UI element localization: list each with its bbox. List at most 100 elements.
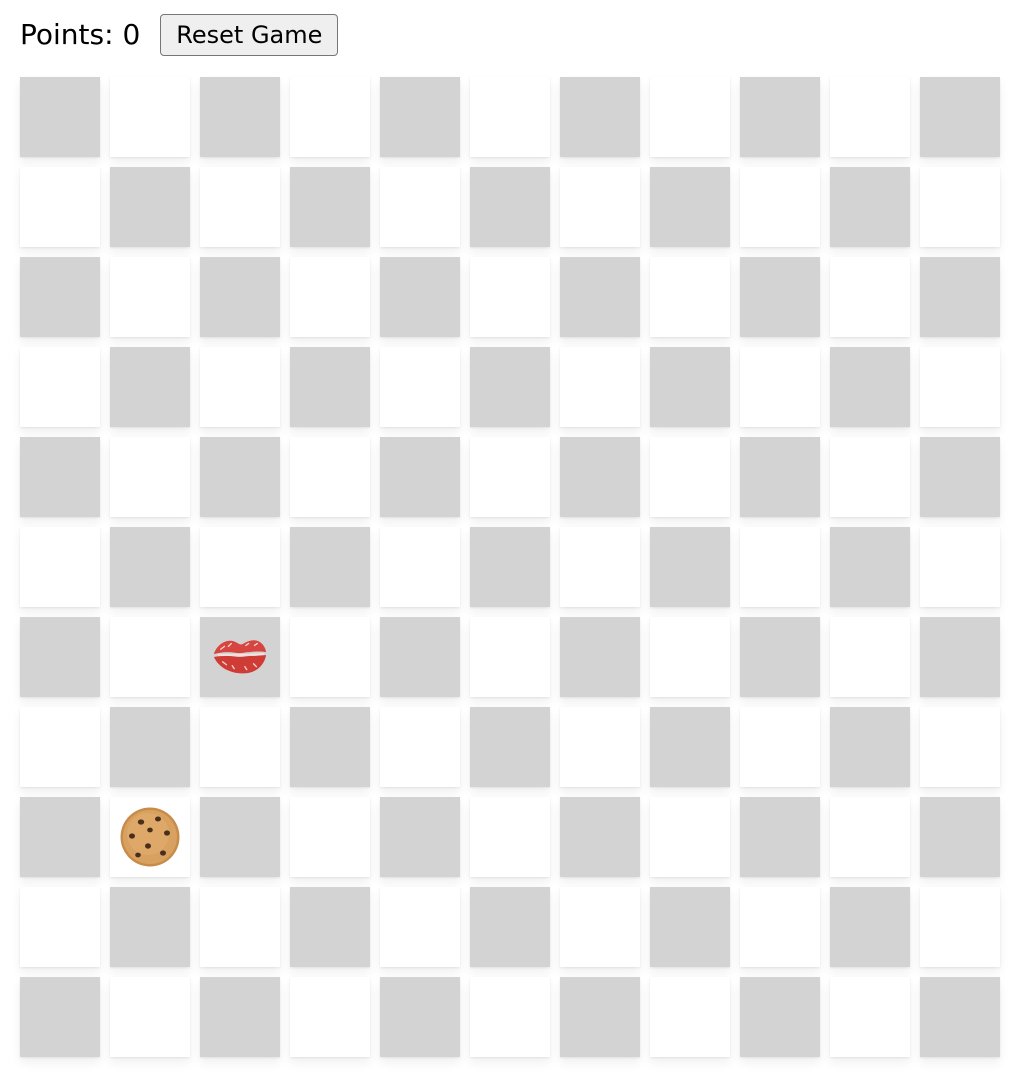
board-cell[interactable] [20,77,100,157]
board-cell[interactable] [290,617,370,697]
board-cell[interactable] [650,797,730,877]
board-cell[interactable] [110,707,190,787]
board-cell[interactable] [290,347,370,427]
board-cell[interactable] [200,707,280,787]
board-cell[interactable] [740,257,820,337]
board-cell[interactable] [470,347,550,427]
board-cell[interactable] [470,437,550,517]
board-cell[interactable] [200,167,280,247]
board-cell[interactable] [470,617,550,697]
board-cell[interactable] [740,437,820,517]
board-cell[interactable] [830,617,910,697]
board-cell[interactable] [380,347,460,427]
board-cell[interactable] [830,257,910,337]
board-cell[interactable] [650,527,730,607]
board-cell[interactable] [110,977,190,1057]
board-cell[interactable] [560,887,640,967]
board-cell[interactable] [740,977,820,1057]
board-cell[interactable] [380,437,460,517]
board-cell[interactable] [200,617,280,697]
board-cell[interactable] [470,167,550,247]
board-cell[interactable] [200,527,280,607]
board-cell[interactable] [920,167,1000,247]
board-cell[interactable] [560,77,640,157]
board-cell[interactable] [110,797,190,877]
board-cell[interactable] [470,257,550,337]
board-cell[interactable] [290,167,370,247]
reset-game-button[interactable]: Reset Game [160,14,339,56]
board-cell[interactable] [470,887,550,967]
board-cell[interactable] [650,257,730,337]
board-cell[interactable] [380,167,460,247]
board-cell[interactable] [200,977,280,1057]
board-cell[interactable] [380,77,460,157]
board-cell[interactable] [290,77,370,157]
board-cell[interactable] [20,617,100,697]
board-cell[interactable] [560,797,640,877]
board-cell[interactable] [560,707,640,787]
board-cell[interactable] [200,347,280,427]
board-cell[interactable] [470,77,550,157]
board-cell[interactable] [110,257,190,337]
board-cell[interactable] [830,77,910,157]
board-cell[interactable] [200,77,280,157]
board-cell[interactable] [650,707,730,787]
board-cell[interactable] [290,707,370,787]
board-cell[interactable] [110,347,190,427]
board-cell[interactable] [740,167,820,247]
board-cell[interactable] [380,797,460,877]
board-cell[interactable] [470,527,550,607]
board-cell[interactable] [650,617,730,697]
board-cell[interactable] [380,707,460,787]
board-cell[interactable] [650,977,730,1057]
board-cell[interactable] [380,977,460,1057]
board-cell[interactable] [560,347,640,427]
board-cell[interactable] [290,887,370,967]
board-cell[interactable] [470,797,550,877]
board-cell[interactable] [740,77,820,157]
board-cell[interactable] [920,437,1000,517]
board-cell[interactable] [830,527,910,607]
board-cell[interactable] [830,707,910,787]
board-cell[interactable] [920,707,1000,787]
board-cell[interactable] [830,977,910,1057]
board-cell[interactable] [740,617,820,697]
board-cell[interactable] [830,437,910,517]
board-cell[interactable] [920,347,1000,427]
board-cell[interactable] [380,617,460,697]
board-cell[interactable] [740,797,820,877]
board-cell[interactable] [110,887,190,967]
board-cell[interactable] [650,887,730,967]
board-cell[interactable] [110,167,190,247]
board-cell[interactable] [560,977,640,1057]
board-cell[interactable] [650,347,730,427]
board-cell[interactable] [110,77,190,157]
board-cell[interactable] [650,77,730,157]
board-cell[interactable] [380,887,460,967]
board-cell[interactable] [110,437,190,517]
board-cell[interactable] [380,527,460,607]
board-cell[interactable] [740,527,820,607]
board-cell[interactable] [380,257,460,337]
board-cell[interactable] [200,437,280,517]
board-cell[interactable] [830,887,910,967]
board-cell[interactable] [920,77,1000,157]
board-cell[interactable] [290,437,370,517]
board-cell[interactable] [290,257,370,337]
board-cell[interactable] [290,797,370,877]
board-cell[interactable] [830,167,910,247]
board-cell[interactable] [470,977,550,1057]
board-cell[interactable] [650,167,730,247]
board-cell[interactable] [560,257,640,337]
board-cell[interactable] [560,617,640,697]
board-cell[interactable] [920,527,1000,607]
board-cell[interactable] [740,887,820,967]
board-cell[interactable] [920,797,1000,877]
board-cell[interactable] [920,257,1000,337]
board-cell[interactable] [20,707,100,787]
board-cell[interactable] [740,707,820,787]
board-cell[interactable] [560,437,640,517]
board-cell[interactable] [20,887,100,967]
board-cell[interactable] [110,527,190,607]
board-cell[interactable] [200,887,280,967]
